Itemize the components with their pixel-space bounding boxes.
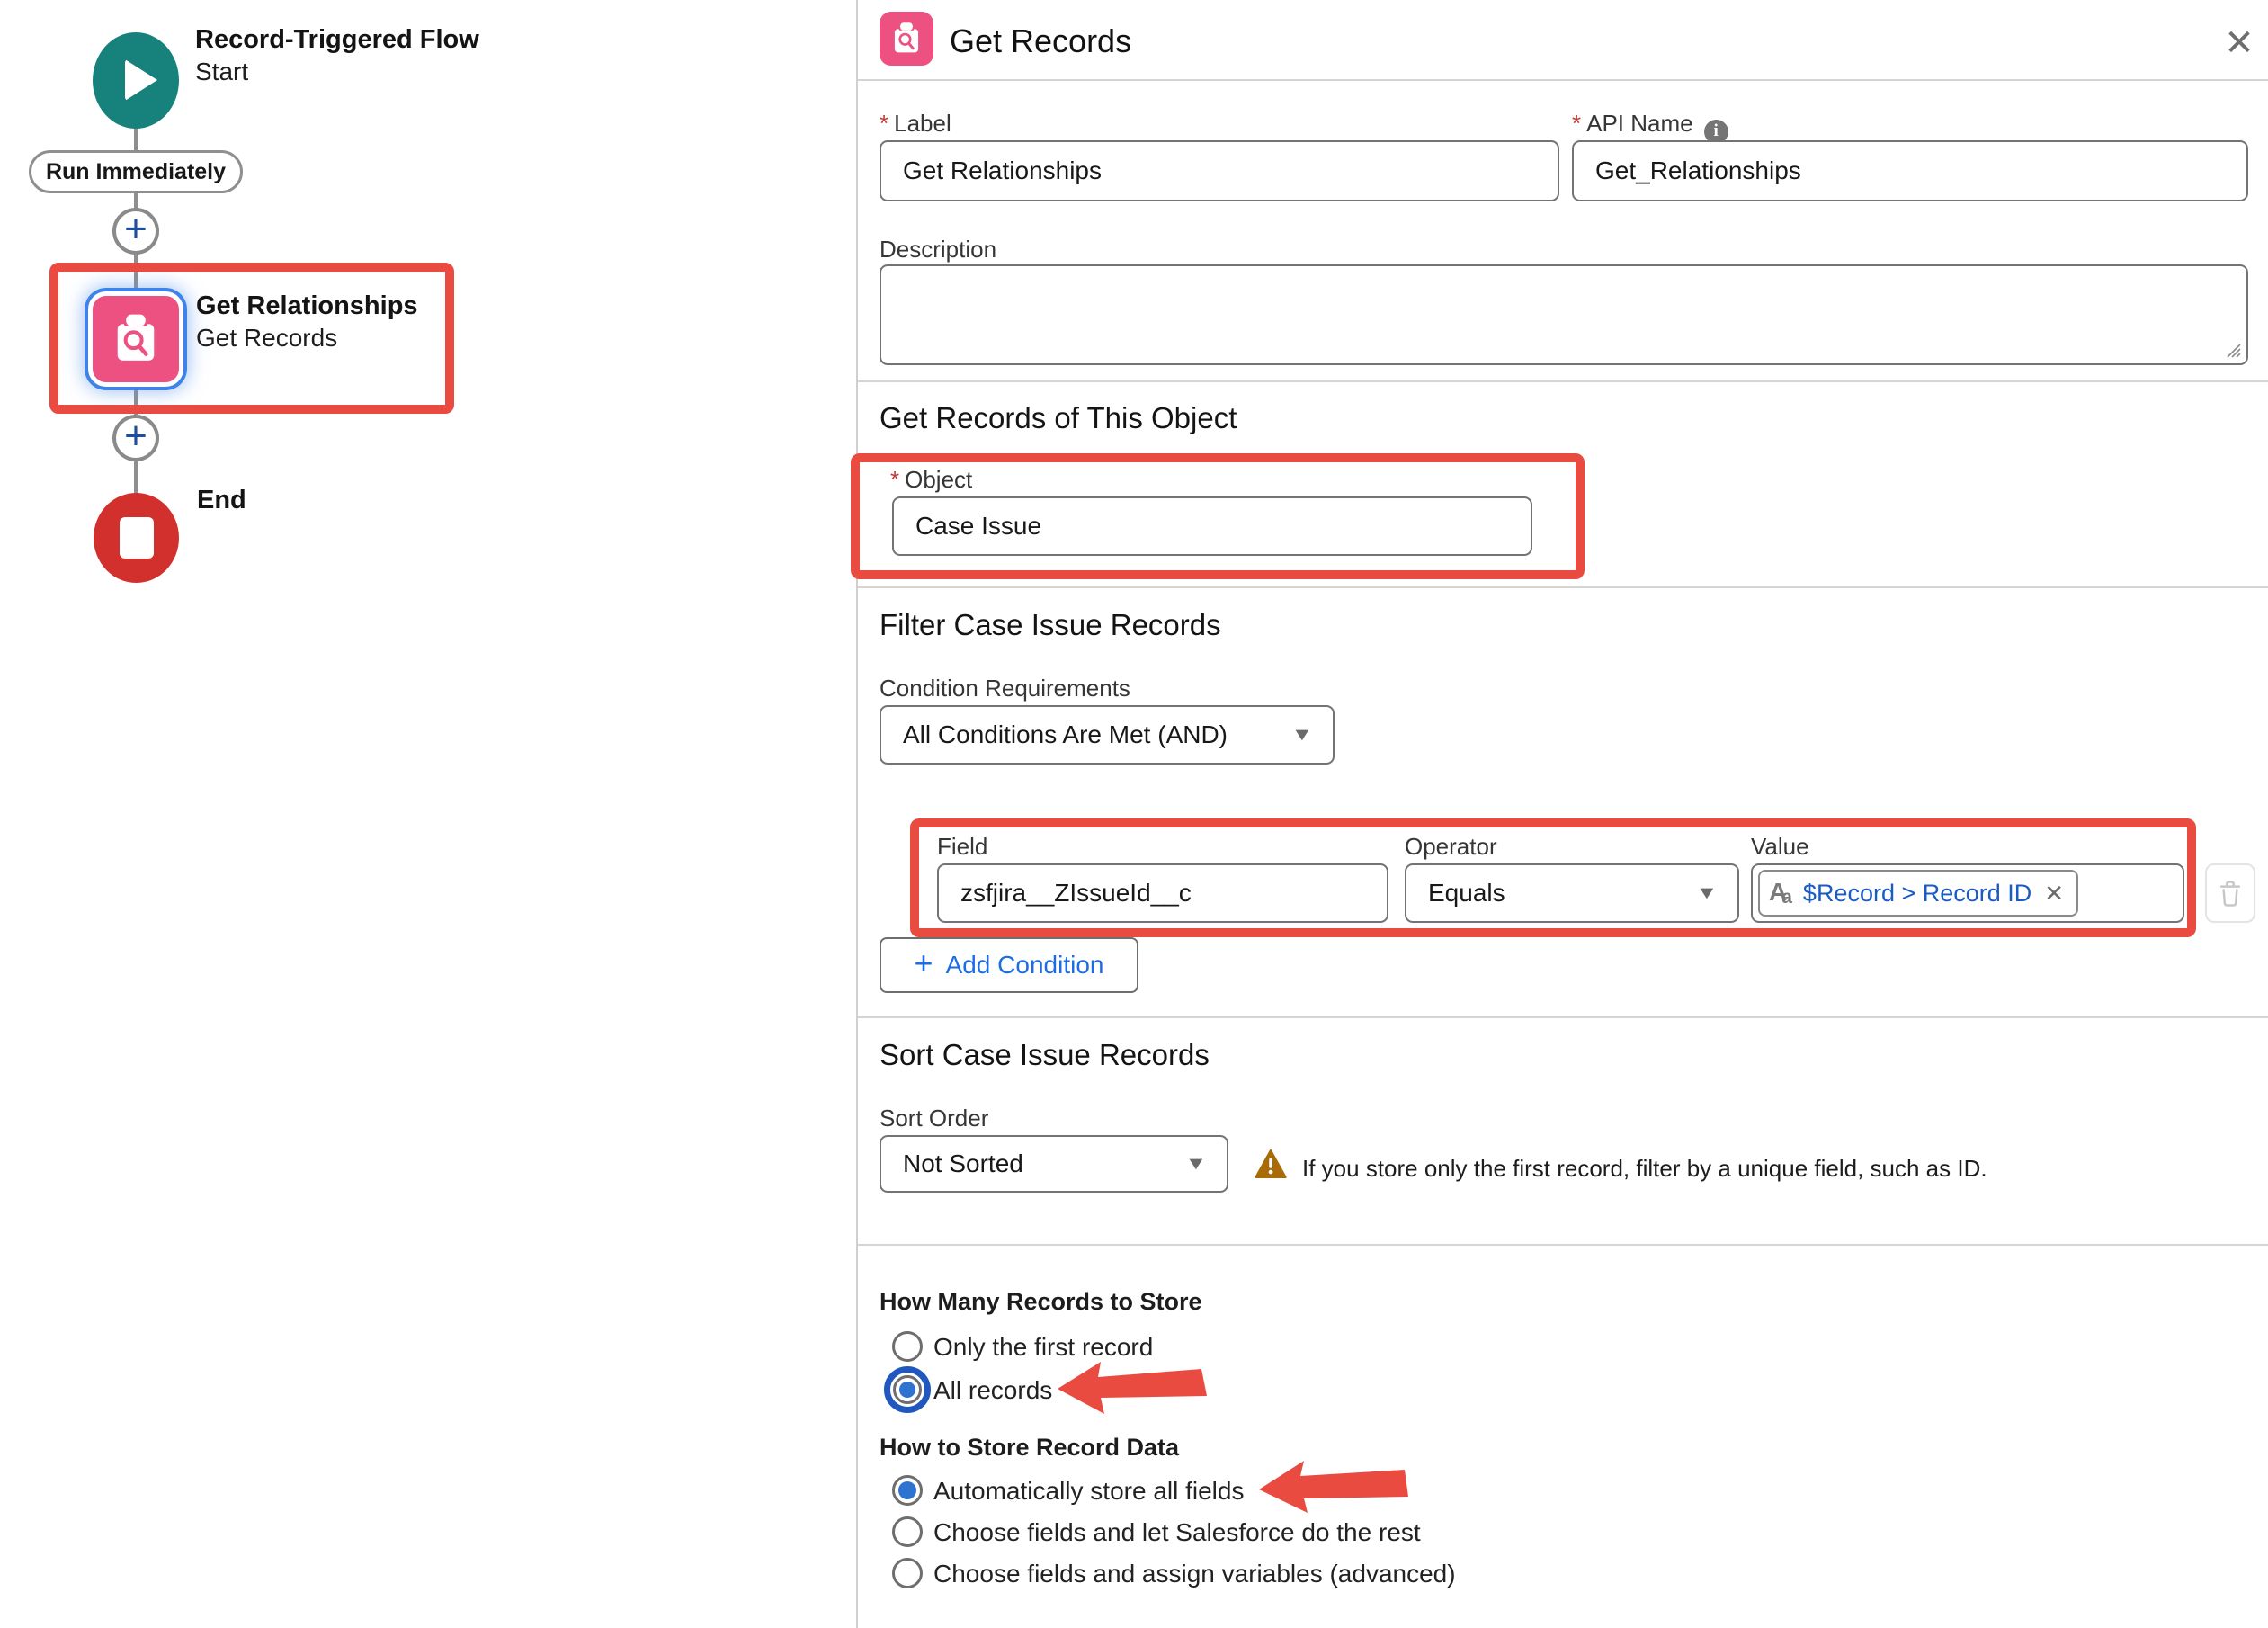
sort-order-value: Not Sorted [903, 1149, 1023, 1178]
how-to-store-label: How to Store Record Data [880, 1434, 1179, 1462]
condition-operator-select[interactable]: Equals ▼ [1405, 863, 1739, 923]
sort-warning-text: If you store only the first record, filt… [1302, 1155, 1987, 1183]
radio-choose-fields-advanced[interactable] [892, 1558, 923, 1588]
section-divider [858, 586, 2268, 588]
play-icon [125, 59, 157, 101]
radio-only-first-record[interactable] [892, 1331, 923, 1362]
api-name-text: API Name [1586, 110, 1693, 137]
chevron-down-icon: ▼ [1696, 883, 1719, 904]
end-node-label: End [197, 484, 246, 516]
get-records-panel: Get Records ✕ *Label Get Relationships *… [856, 0, 2268, 1628]
stop-icon [120, 517, 154, 559]
condition-operator-label: Operator [1405, 833, 1497, 861]
object-section-heading: Get Records of This Object [880, 401, 1237, 435]
condition-value-input[interactable]: Aa $Record > Record ID ✕ [1751, 863, 2184, 923]
api-name-input[interactable]: Get_Relationships [1572, 140, 2248, 201]
info-glyph: i [1713, 121, 1718, 141]
header-divider [858, 79, 2268, 81]
radio-all-records-label: All records [933, 1376, 1052, 1405]
close-icon[interactable]: ✕ [2216, 20, 2263, 67]
warning-icon [1254, 1148, 1288, 1180]
radio-auto-store-all-fields-label: Automatically store all fields [933, 1477, 1244, 1506]
flow-canvas: Record-Triggered Flow Start Run Immediat… [0, 0, 856, 1628]
condition-value-label: Value [1751, 833, 1809, 861]
text-type-icon: Aa [1769, 878, 1792, 908]
value-pill-text: $Record > Record ID [1803, 880, 2031, 908]
condition-requirements-value: All Conditions Are Met (AND) [903, 720, 1228, 749]
aa-a-glyph: a [1781, 887, 1792, 908]
node-subtitle: Get Records [196, 322, 337, 354]
condition-operator-value: Equals [1428, 879, 1505, 908]
condition-field-input[interactable]: zsfjira__ZIssueId__c [937, 863, 1388, 923]
sort-section-heading: Sort Case Issue Records [880, 1038, 1210, 1072]
plus-icon: + [124, 210, 147, 249]
remove-glyph: ✕ [2044, 880, 2064, 907]
get-records-node-icon[interactable] [88, 291, 183, 387]
object-field-label: *Object [890, 466, 972, 494]
how-many-records-label: How Many Records to Store [880, 1288, 1202, 1316]
object-label-text: Object [905, 466, 972, 493]
run-immediately-badge[interactable]: Run Immediately [29, 150, 243, 193]
label-input-value: Get Relationships [903, 157, 1102, 185]
start-node[interactable] [93, 32, 179, 129]
remove-value-icon[interactable]: ✕ [2044, 880, 2064, 908]
api-name-field-label: *API Name i [1572, 110, 1728, 144]
start-node-subtitle: Start [195, 56, 248, 88]
add-element-button-1[interactable]: + [112, 208, 159, 255]
radio-auto-store-all-fields[interactable] [892, 1475, 923, 1506]
object-input-value: Case Issue [915, 512, 1041, 541]
delete-condition-button[interactable] [2205, 863, 2255, 923]
radio-choose-fields-salesforce[interactable] [892, 1516, 923, 1547]
radio-all-records[interactable] [884, 1366, 931, 1413]
clipboard-search-icon [108, 311, 164, 367]
required-marker: * [890, 466, 899, 493]
description-textarea[interactable] [880, 264, 2248, 365]
section-divider [858, 1244, 2268, 1246]
sort-order-select[interactable]: Not Sorted ▼ [880, 1135, 1228, 1193]
condition-field-label: Field [937, 833, 987, 861]
condition-field-value: zsfjira__ZIssueId__c [960, 879, 1192, 908]
filter-section-heading: Filter Case Issue Records [880, 608, 1221, 642]
chevron-down-icon: ▼ [1291, 725, 1314, 746]
object-input[interactable]: Case Issue [892, 496, 1532, 556]
chevron-down-icon: ▼ [1185, 1154, 1208, 1175]
api-name-input-value: Get_Relationships [1595, 157, 1801, 185]
add-element-button-2[interactable]: + [112, 415, 159, 461]
run-immediately-label: Run Immediately [46, 159, 226, 185]
annotation-arrow-all-records [1054, 1358, 1209, 1418]
start-node-title: Record-Triggered Flow [195, 23, 479, 56]
annotation-arrow-auto-store [1255, 1455, 1410, 1515]
end-node[interactable] [94, 493, 179, 583]
add-condition-button[interactable]: + Add Condition [880, 937, 1138, 993]
panel-title: Get Records [950, 22, 1131, 60]
value-resource-pill[interactable]: Aa $Record > Record ID ✕ [1758, 870, 2078, 917]
trash-icon [2217, 879, 2244, 908]
clipboard-search-icon [888, 21, 924, 57]
sort-order-label: Sort Order [880, 1105, 988, 1132]
label-input[interactable]: Get Relationships [880, 140, 1559, 201]
label-field-label: *Label [880, 110, 951, 138]
plus-icon: + [124, 416, 147, 456]
description-label: Description [880, 236, 996, 264]
flow-builder-app: Record-Triggered Flow Start Run Immediat… [0, 0, 2268, 1628]
required-marker: * [880, 110, 888, 137]
radio-choose-fields-salesforce-label: Choose fields and let Salesforce do the … [933, 1518, 1421, 1547]
condition-requirements-label: Condition Requirements [880, 675, 1130, 702]
plus-icon: + [915, 947, 933, 983]
panel-header-icon [880, 12, 933, 66]
close-glyph: ✕ [2224, 22, 2255, 64]
add-condition-label: Add Condition [946, 951, 1104, 979]
radio-choose-fields-advanced-label: Choose fields and assign variables (adva… [933, 1560, 1456, 1588]
section-divider [858, 380, 2268, 382]
resize-handle-icon[interactable] [2222, 339, 2242, 359]
node-title: Get Relationships [196, 290, 418, 322]
label-text: Label [894, 110, 951, 137]
radio-dot [893, 1375, 922, 1404]
required-marker: * [1572, 110, 1581, 137]
condition-requirements-select[interactable]: All Conditions Are Met (AND) ▼ [880, 705, 1335, 765]
section-divider [858, 1016, 2268, 1018]
